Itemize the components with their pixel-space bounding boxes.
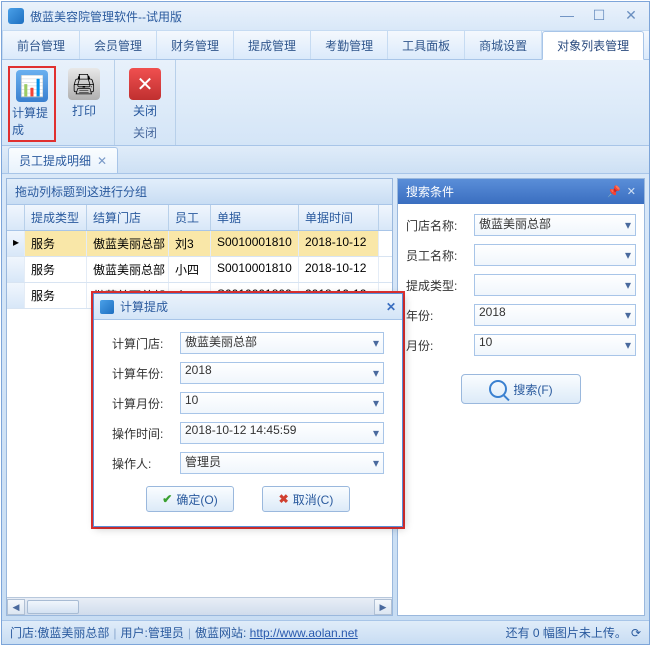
x-icon: ✖ xyxy=(279,492,289,506)
ok-button[interactable]: ✔ 确定(O) xyxy=(146,486,234,512)
search-panel-header: 搜索条件 📌 ✕ xyxy=(398,179,644,204)
content-area: 拖动列标题到这进行分组 提成类型 结算门店 员工 单据 单据时间 ▸ 服务 傲蓝… xyxy=(2,174,649,620)
printer-icon: 🖨 xyxy=(68,68,100,100)
horizontal-scrollbar[interactable]: ◀ ▶ xyxy=(7,597,392,615)
ribbon-group-close: ✕ 关闭 关闭 xyxy=(115,60,176,145)
status-user: 管理员 xyxy=(148,624,184,641)
menu-attendance[interactable]: 考勤管理 xyxy=(311,31,388,59)
search-icon xyxy=(489,380,507,398)
type-select[interactable] xyxy=(474,274,636,296)
close-icon: ✕ xyxy=(129,68,161,100)
upload-icon[interactable]: ⟳ xyxy=(631,626,641,640)
menubar: 前台管理 会员管理 财务管理 提成管理 考勤管理 工具面板 商城设置 对象列表管… xyxy=(2,30,649,60)
calc-dialog: 计算提成 ✕ 计算门店: 傲蓝美丽总部 计算年份: 2018 计算月份: 10 … xyxy=(93,293,403,527)
dialog-highlight: 计算提成 ✕ 计算门店: 傲蓝美丽总部 计算年份: 2018 计算月份: 10 … xyxy=(91,291,405,529)
app-window: 傲蓝美容院管理软件--试用版 — ☐ ✕ 前台管理 会员管理 财务管理 提成管理… xyxy=(1,1,650,645)
row-indicator-icon: ▸ xyxy=(7,231,25,256)
dlg-time-label: 操作时间: xyxy=(112,425,180,442)
close-tab-button[interactable]: ✕ 关闭 xyxy=(121,66,169,121)
menu-front[interactable]: 前台管理 xyxy=(2,31,80,59)
month-select[interactable]: 10 xyxy=(474,334,636,356)
app-logo-icon xyxy=(8,8,24,24)
calc-commission-button[interactable]: 📊 计算提成 xyxy=(8,66,56,142)
table-row[interactable]: 服务 傲蓝美丽总部 小四 S0010001810 2018-10-12 xyxy=(7,257,392,283)
tab-commission-detail[interactable]: 员工提成明细 ✕ xyxy=(8,147,118,173)
scroll-left-button[interactable]: ◀ xyxy=(7,599,25,615)
search-button[interactable]: 搜索(F) xyxy=(461,374,581,404)
status-store: 傲蓝美丽总部 xyxy=(37,624,109,641)
dialog-titlebar[interactable]: 计算提成 ✕ xyxy=(94,294,402,320)
store-label: 门店名称: xyxy=(406,217,474,234)
menu-mall[interactable]: 商城设置 xyxy=(465,31,542,59)
year-select[interactable]: 2018 xyxy=(474,304,636,326)
month-label: 月份: xyxy=(406,337,474,354)
col-store[interactable]: 结算门店 xyxy=(87,205,169,230)
ribbon: 📊 计算提成 🖨 打印 记录编辑 ✕ 关闭 关闭 xyxy=(2,60,649,146)
website-link[interactable]: http://www.aolan.net xyxy=(250,626,358,640)
search-panel: 搜索条件 📌 ✕ 门店名称: 傲蓝美丽总部 员工名称: 提成类型: xyxy=(397,178,645,616)
calculator-icon: 📊 xyxy=(16,70,48,102)
dlg-operator-select[interactable]: 管理员 xyxy=(180,452,384,474)
dlg-month-label: 计算月份: xyxy=(112,395,180,412)
type-label: 提成类型: xyxy=(406,277,474,294)
menu-commission[interactable]: 提成管理 xyxy=(234,31,311,59)
tab-close-icon[interactable]: ✕ xyxy=(97,154,107,168)
col-time[interactable]: 单据时间 xyxy=(299,205,379,230)
dlg-year-select[interactable]: 2018 xyxy=(180,362,384,384)
table-row[interactable]: ▸ 服务 傲蓝美丽总部 刘3 S0010001810 2018-10-12 xyxy=(7,231,392,257)
dialog-close-button[interactable]: ✕ xyxy=(386,300,396,314)
col-emp[interactable]: 员工 xyxy=(169,205,211,230)
year-label: 年份: xyxy=(406,307,474,324)
panel-close-icon[interactable]: ✕ xyxy=(627,185,636,198)
col-type[interactable]: 提成类型 xyxy=(25,205,87,230)
col-doc[interactable]: 单据 xyxy=(211,205,299,230)
close-button[interactable]: ✕ xyxy=(619,8,643,24)
print-button[interactable]: 🖨 打印 xyxy=(60,66,108,121)
pin-icon[interactable]: 📌 xyxy=(607,185,621,198)
grid-header: 提成类型 结算门店 员工 单据 单据时间 xyxy=(7,205,392,231)
menu-finance[interactable]: 财务管理 xyxy=(157,31,234,59)
dlg-year-label: 计算年份: xyxy=(112,365,180,382)
titlebar: 傲蓝美容院管理软件--试用版 — ☐ ✕ xyxy=(2,2,649,30)
store-select[interactable]: 傲蓝美丽总部 xyxy=(474,214,636,236)
dlg-time-field[interactable]: 2018-10-12 14:45:59 xyxy=(180,422,384,444)
dialog-logo-icon xyxy=(100,300,114,314)
maximize-button[interactable]: ☐ xyxy=(587,8,611,24)
ribbon-group-edit: 📊 计算提成 🖨 打印 记录编辑 xyxy=(2,60,115,145)
dlg-month-select[interactable]: 10 xyxy=(180,392,384,414)
minimize-button[interactable]: — xyxy=(555,8,579,24)
employee-select[interactable] xyxy=(474,244,636,266)
cancel-button[interactable]: ✖ 取消(C) xyxy=(262,486,350,512)
upload-status: 还有 0 幅图片未上传。 xyxy=(506,624,627,641)
window-title: 傲蓝美容院管理软件--试用版 xyxy=(30,8,555,25)
employee-label: 员工名称: xyxy=(406,247,474,264)
tabstrip: 员工提成明细 ✕ xyxy=(2,146,649,174)
dlg-store-select[interactable]: 傲蓝美丽总部 xyxy=(180,332,384,354)
menu-objects[interactable]: 对象列表管理 xyxy=(542,31,644,60)
menu-member[interactable]: 会员管理 xyxy=(80,31,157,59)
scroll-right-button[interactable]: ▶ xyxy=(374,599,392,615)
dlg-operator-label: 操作人: xyxy=(112,455,180,472)
dlg-store-label: 计算门店: xyxy=(112,335,180,352)
scroll-thumb[interactable] xyxy=(27,600,79,614)
statusbar: 门店: 傲蓝美丽总部 | 用户: 管理员 | 傲蓝网站: http://www.… xyxy=(2,620,649,644)
menu-tools[interactable]: 工具面板 xyxy=(388,31,465,59)
group-by-bar[interactable]: 拖动列标题到这进行分组 xyxy=(7,179,392,205)
check-icon: ✔ xyxy=(162,492,172,506)
